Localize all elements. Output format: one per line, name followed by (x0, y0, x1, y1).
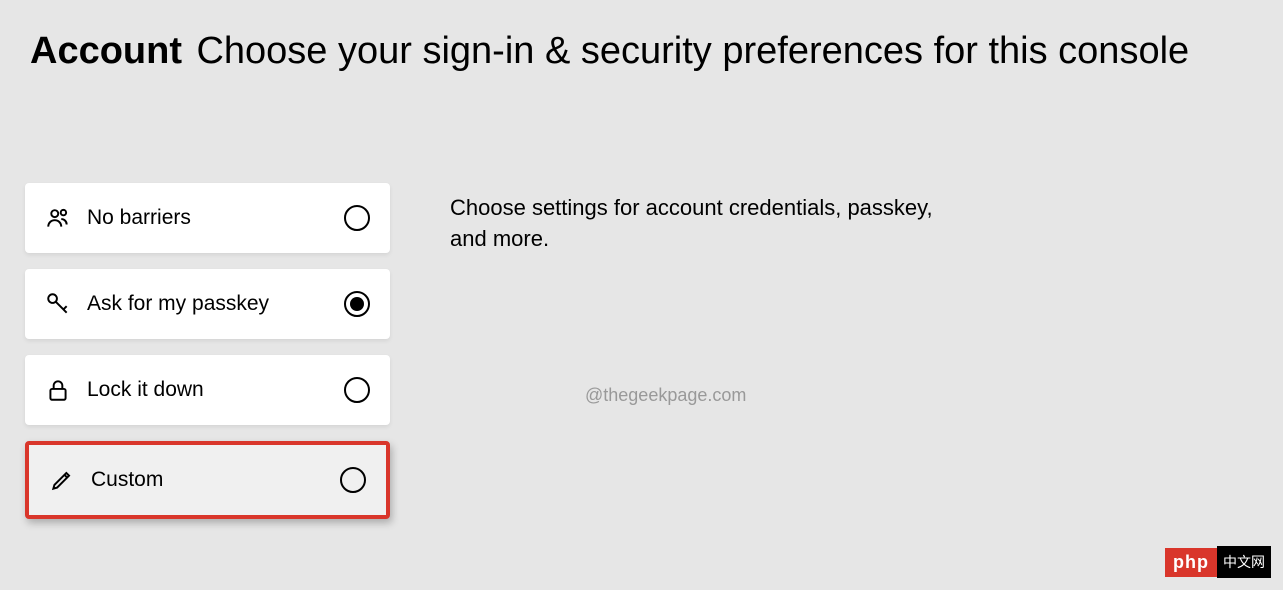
watermark-text: @thegeekpage.com (585, 385, 746, 406)
footer-cn: 中文网 (1217, 546, 1271, 578)
page-title: Account (30, 30, 182, 72)
lock-icon (45, 377, 71, 403)
radio-indicator-selected (344, 291, 370, 317)
radio-indicator (344, 205, 370, 231)
option-ask-passkey[interactable]: Ask for my passkey (25, 269, 390, 339)
option-label: No barriers (87, 206, 328, 230)
option-label: Ask for my passkey (87, 292, 328, 316)
option-lock-down[interactable]: Lock it down (25, 355, 390, 425)
content-area: No barriers Ask for my passkey Lo (0, 73, 1283, 519)
options-list: No barriers Ask for my passkey Lo (25, 183, 390, 519)
option-label: Lock it down (87, 378, 328, 402)
option-label: Custom (91, 468, 324, 492)
key-icon (45, 291, 71, 317)
footer-logo: php 中文网 (1165, 546, 1271, 578)
pencil-icon (49, 467, 75, 493)
option-no-barriers[interactable]: No barriers (25, 183, 390, 253)
people-icon (45, 205, 71, 231)
radio-indicator (340, 467, 366, 493)
option-description: Choose settings for account credentials,… (450, 183, 950, 519)
radio-indicator (344, 377, 370, 403)
footer-brand: php (1165, 548, 1217, 577)
option-custom[interactable]: Custom (25, 441, 390, 519)
page-header: Account Choose your sign-in & security p… (0, 0, 1283, 73)
page-subtitle: Choose your sign-in & security preferenc… (196, 30, 1189, 72)
